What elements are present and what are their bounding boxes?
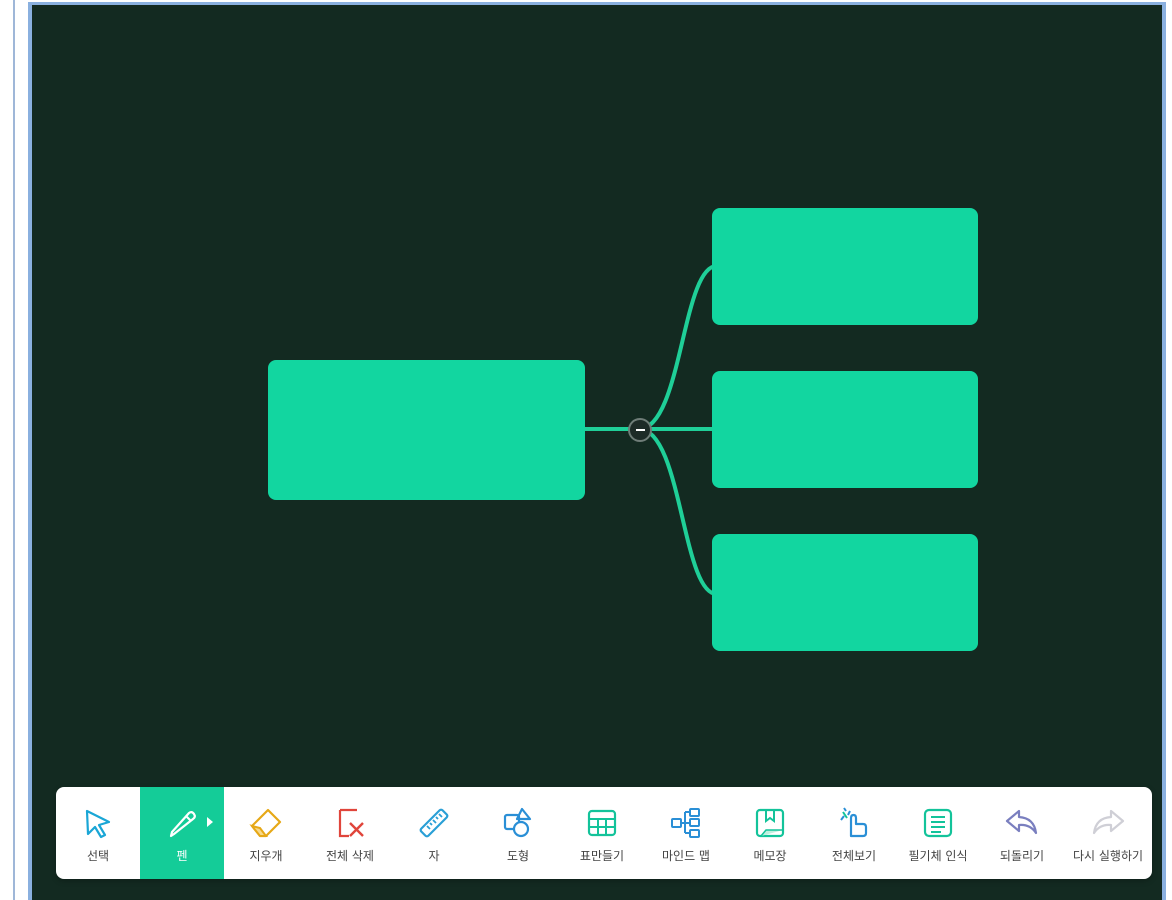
tool-table[interactable]: 표만들기	[560, 787, 644, 879]
bottom-toolbar: 선택 펜 지우개 전체 삭제 자 도형 표만들기 마인드 맵 메모장 전체보기 …	[56, 787, 1152, 879]
tool-shape[interactable]: 도형	[476, 787, 560, 879]
tool-eraser[interactable]: 지우개	[224, 787, 308, 879]
tool-label: 필기체 인식	[908, 849, 968, 863]
tool-mind-map[interactable]: 마인드 맵	[644, 787, 728, 879]
tool-select[interactable]: 선택	[56, 787, 140, 879]
tool-label: 펜	[176, 849, 188, 863]
pen-icon	[164, 805, 200, 841]
minus-icon	[635, 429, 645, 431]
cursor-icon	[80, 805, 116, 841]
clear-all-icon	[332, 805, 368, 841]
tool-handwriting-recognition[interactable]: 필기체 인식	[896, 787, 980, 879]
child-node-3[interactable]	[712, 534, 978, 651]
tool-label: 전체보기	[831, 849, 877, 863]
handwriting-icon	[920, 805, 956, 841]
tool-label: 다시 실행하기	[1072, 849, 1144, 863]
memo-icon	[752, 805, 788, 841]
connector-top	[585, 263, 722, 431]
undo-icon	[1004, 805, 1040, 841]
root-node[interactable]	[268, 360, 585, 500]
table-icon	[584, 805, 620, 841]
tool-ruler[interactable]: 자	[392, 787, 476, 879]
tool-label: 표만들기	[579, 849, 625, 863]
tool-clear-all[interactable]: 전체 삭제	[308, 787, 392, 879]
left-divider	[13, 0, 15, 900]
tool-label: 메모장	[753, 849, 787, 863]
tool-label: 되돌리기	[999, 849, 1045, 863]
mind-map-connectors	[585, 263, 722, 597]
fullview-hand-icon	[836, 805, 872, 841]
eraser-icon	[248, 805, 284, 841]
whiteboard-canvas[interactable]	[32, 5, 1162, 900]
child-node-1[interactable]	[712, 208, 978, 325]
redo-icon	[1090, 805, 1126, 841]
tool-label: 지우개	[249, 849, 283, 863]
tool-label: 도형	[506, 849, 530, 863]
child-node-2[interactable]	[712, 371, 978, 488]
tool-full-view[interactable]: 전체보기	[812, 787, 896, 879]
tool-label: 선택	[86, 849, 110, 863]
ruler-icon	[416, 805, 452, 841]
connector-bottom	[638, 427, 722, 597]
tool-undo[interactable]: 되돌리기	[980, 787, 1064, 879]
tool-label: 전체 삭제	[326, 849, 374, 863]
tool-label: 마인드 맵	[662, 849, 710, 863]
shape-icon	[500, 805, 536, 841]
tool-pen[interactable]: 펜	[140, 787, 224, 879]
tool-memo[interactable]: 메모장	[728, 787, 812, 879]
collapse-button[interactable]	[628, 418, 652, 442]
tool-redo[interactable]: 다시 실행하기	[1064, 787, 1152, 879]
pen-options-arrow[interactable]	[207, 817, 213, 827]
mind-map-icon	[668, 805, 704, 841]
tool-label: 자	[428, 849, 440, 863]
